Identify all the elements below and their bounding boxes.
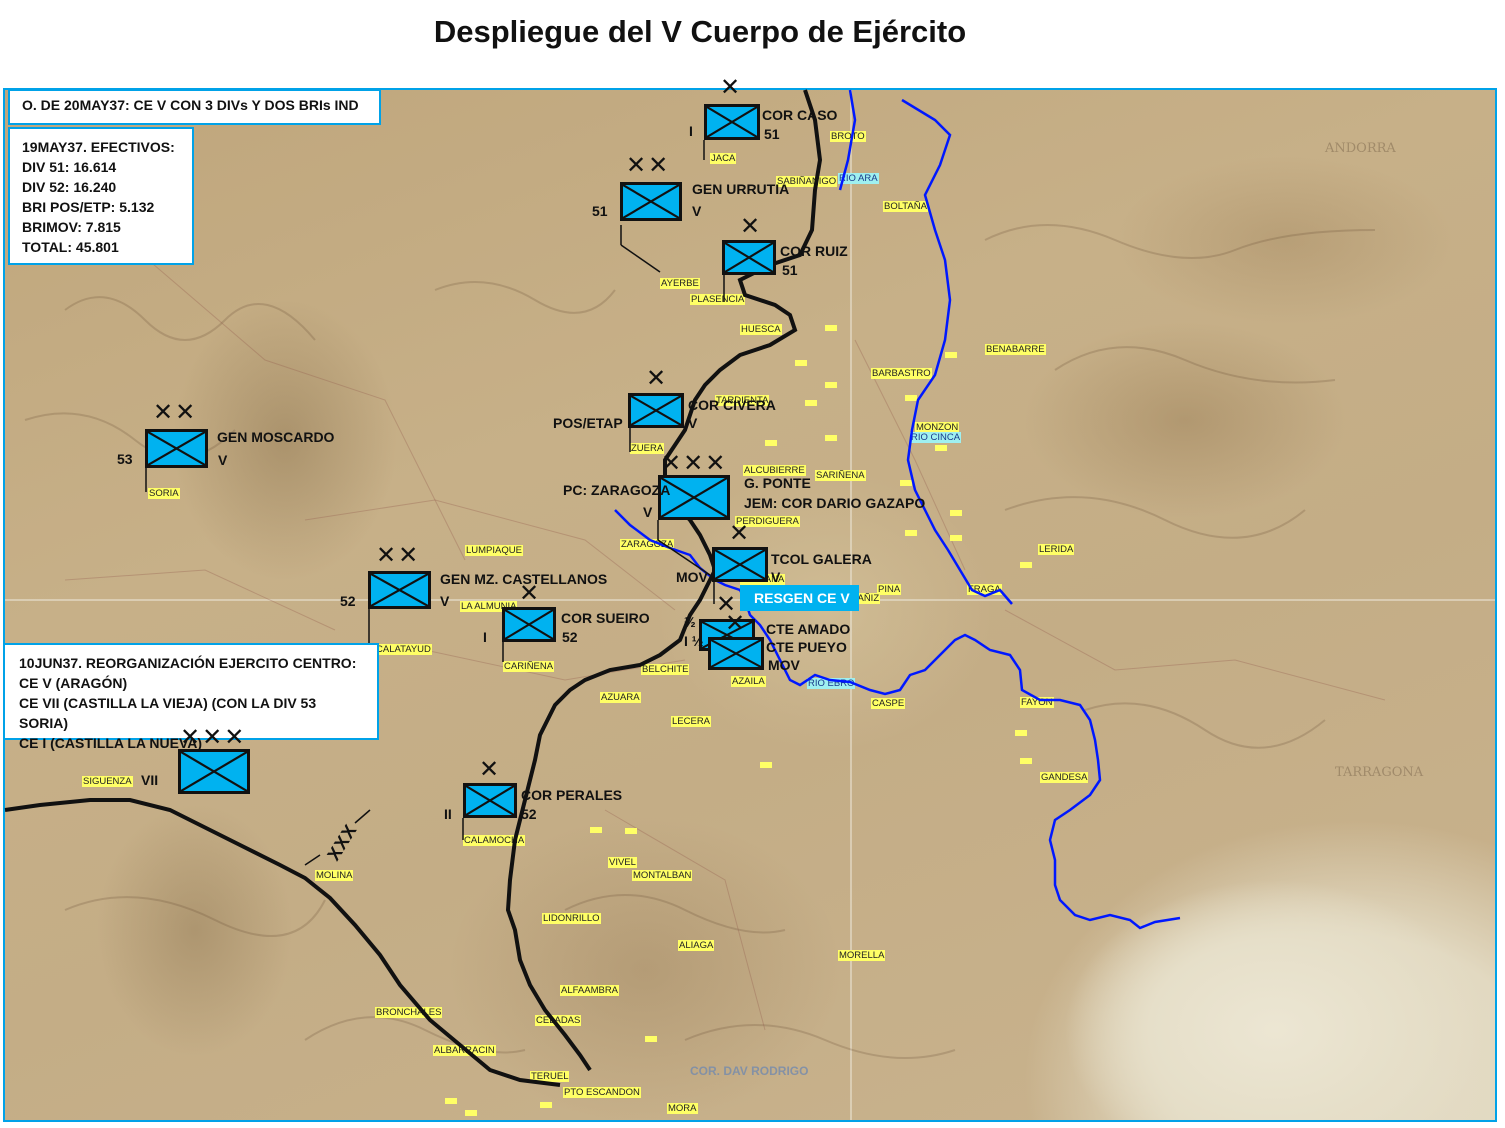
unit-parent-label: V	[440, 593, 450, 609]
division-echelon-mark: ✕✕	[626, 152, 671, 179]
strength-info-box: 19MAY37. EFECTIVOS: DIV 51: 16.614 DIV 5…	[8, 127, 194, 265]
sueiro-unit-symbol[interactable]	[502, 607, 556, 642]
strength-line: DIV 52: 16.240	[22, 179, 117, 195]
division-echelon-mark: ✕✕	[376, 542, 421, 569]
perales-unit-symbol[interactable]	[463, 783, 517, 818]
unit-commander-label: CTE PUEYO	[766, 639, 847, 655]
unit-number-label: POS/ETAP	[553, 415, 623, 431]
river-ara	[838, 89, 857, 191]
unit-commander-label: COR CASO	[762, 107, 838, 123]
unit-parent-label: V	[771, 569, 781, 585]
boundary-tick	[304, 854, 321, 866]
brigade-echelon-mark: ✕	[479, 756, 502, 783]
brigade-echelon-mark: ✕	[729, 520, 752, 547]
infantry-cross-icon	[148, 432, 205, 465]
unit-commander-label: G. PONTE	[744, 475, 811, 491]
unit-number-label: 51	[592, 203, 608, 219]
infantry-cross-icon	[715, 550, 765, 579]
unit-parent-label: 51	[782, 262, 798, 278]
brigade-echelon-mark: ✕	[720, 74, 743, 101]
unit-commander-label: CTE AMADO	[766, 621, 851, 637]
unit-parent-label: 51	[764, 126, 780, 142]
infantry-cross-icon	[466, 786, 514, 815]
unit-parent-label: 52	[521, 806, 537, 822]
strength-heading: 19MAY37. EFECTIVOS:	[22, 139, 175, 155]
unit-number-label: ½	[684, 614, 696, 630]
unit-staff	[620, 244, 661, 273]
order-info-box: O. DE 20MAY37: CE V CON 3 DIVs Y DOS BRI…	[8, 89, 381, 125]
unit-parent-label: V	[643, 504, 653, 520]
unit-number-label: 52	[340, 593, 356, 609]
river-cinca	[901, 98, 1013, 605]
pueyo-unit-symbol[interactable]	[708, 637, 764, 670]
vii-corps-unit-symbol[interactable]	[178, 749, 250, 794]
unit-number-label: MOV	[676, 569, 708, 585]
chief-of-staff-label: JEM: COR DARIO GAZAPO	[744, 495, 926, 511]
reorg-line: CE V (ARAGÓN)	[19, 675, 128, 691]
unit-parent-label: 52	[562, 629, 578, 645]
brigade-echelon-mark: ✕	[646, 365, 669, 392]
infantry-cross-icon	[623, 185, 679, 218]
infantry-cross-icon	[631, 396, 681, 425]
boundary-tick	[354, 809, 371, 824]
infantry-cross-icon	[661, 478, 727, 517]
unit-number-label: 53	[117, 451, 133, 467]
unit-number-label: I ½	[684, 633, 704, 649]
urrutia-unit-symbol[interactable]	[620, 182, 682, 221]
corps-boundary	[4, 798, 561, 1087]
corps-echelon-mark: ✕✕✕	[661, 450, 728, 477]
strength-line: BRI POS/ETP: 5.132	[22, 199, 155, 215]
unit-number-label: I	[483, 629, 487, 645]
brigade-echelon-mark: ✕	[519, 580, 542, 607]
division-echelon-mark: ✕✕	[153, 399, 198, 426]
order-text: O. DE 20MAY37: CE V CON 3 DIVs Y DOS BRI…	[22, 97, 359, 113]
infantry-cross-icon	[181, 752, 247, 791]
infantry-cross-icon	[725, 243, 773, 272]
infantry-cross-icon	[711, 640, 761, 667]
infantry-cross-icon	[505, 610, 553, 639]
reorg-heading: 10JUN37. REORGANIZACIÓN EJERCITO CENTRO:	[19, 655, 357, 671]
infantry-cross-icon	[707, 107, 757, 137]
caso-unit-symbol[interactable]	[704, 104, 760, 140]
reserve-label: RESGEN CE V	[740, 585, 859, 611]
unit-commander-label: COR CIVERA	[688, 397, 776, 413]
strength-line: TOTAL: 45.801	[22, 239, 119, 255]
unit-parent-label: MOV	[768, 657, 800, 673]
unit-number-label: I	[689, 123, 693, 139]
brigade-echelon-mark: ✕	[725, 610, 748, 637]
unit-number-label: VII	[141, 772, 159, 788]
civera-unit-symbol[interactable]	[628, 393, 684, 428]
strength-line: BRIMOV: 7.815	[22, 219, 121, 235]
moscardo-unit-symbol[interactable]	[145, 429, 208, 468]
unit-commander-label: GEN URRUTIA	[692, 181, 790, 197]
castellanos-unit-symbol[interactable]	[368, 571, 431, 609]
corps-echelon-mark: ✕✕✕	[180, 724, 247, 751]
unit-parent-label: V	[218, 452, 228, 468]
infantry-cross-icon	[371, 574, 428, 606]
galera-unit-symbol[interactable]	[712, 547, 768, 582]
unit-parent-label: V	[692, 203, 702, 219]
command-post-label: PC: ZARAGOZA	[563, 482, 671, 498]
unit-commander-label: GEN MOSCARDO	[217, 429, 335, 445]
ruiz-unit-symbol[interactable]	[722, 240, 776, 275]
unit-parent-label: V	[688, 415, 698, 431]
unit-number-label: II	[444, 806, 452, 822]
unit-commander-label: COR PERALES	[521, 787, 623, 803]
strength-line: DIV 51: 16.614	[22, 159, 117, 175]
brigade-echelon-mark: ✕	[740, 213, 763, 240]
unit-commander-label: COR SUEIRO	[561, 610, 650, 626]
unit-commander-label: TCOL GALERA	[771, 551, 872, 567]
unit-commander-label: COR RUIZ	[780, 243, 848, 259]
